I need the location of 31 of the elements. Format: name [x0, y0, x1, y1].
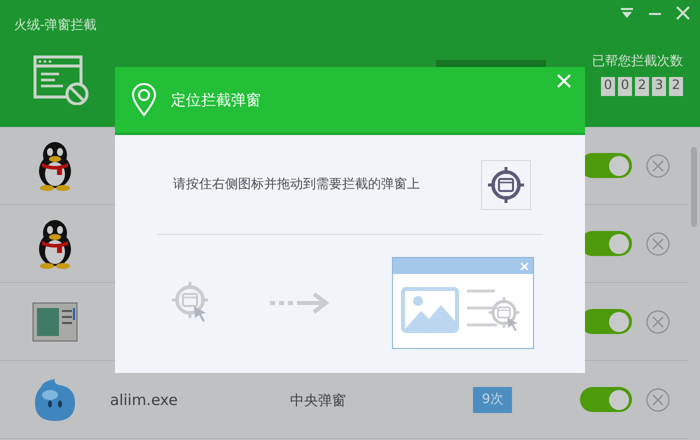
- penguin-icon: [37, 218, 73, 268]
- dialog-title: 定位拦截弹窗: [171, 90, 261, 111]
- toggle-switch[interactable]: [580, 387, 632, 412]
- chat-bubble-icon: [33, 376, 77, 422]
- blocked-window-icon: [33, 55, 91, 105]
- close-icon[interactable]: [676, 6, 690, 20]
- app-name: aliim.exe: [110, 390, 178, 408]
- window-title: 火绒-弹窗拦截: [14, 17, 97, 35]
- window-icon: [32, 302, 78, 342]
- counter-label: 已帮您拦截次数: [592, 53, 683, 71]
- popup-type: 中央弹窗: [290, 392, 346, 408]
- crosshair-icon: [486, 164, 526, 204]
- dropdown-icon[interactable]: [620, 7, 634, 19]
- counter-digit: 2: [669, 76, 683, 96]
- dashed-arrow-icon: [270, 292, 332, 314]
- counter-digit: 0: [601, 76, 615, 96]
- text-lines-icon: [467, 289, 497, 327]
- count-badge: 9次: [473, 387, 512, 413]
- remove-icon[interactable]: [646, 154, 670, 178]
- counter-digit: 3: [652, 76, 666, 96]
- penguin-icon: [37, 140, 73, 190]
- remove-icon[interactable]: [646, 310, 670, 334]
- close-icon: [520, 262, 529, 270]
- remove-icon[interactable]: [646, 232, 670, 256]
- drag-target-button[interactable]: [481, 160, 531, 210]
- location-pin-icon: [131, 83, 157, 117]
- remove-icon[interactable]: [646, 388, 670, 412]
- instruction-text: 请按住右侧图标并拖动到需要拦截的弹窗上: [173, 176, 420, 194]
- counter-digit: 2: [635, 76, 649, 96]
- counter-digit: 0: [618, 76, 632, 96]
- image-icon: [401, 287, 459, 333]
